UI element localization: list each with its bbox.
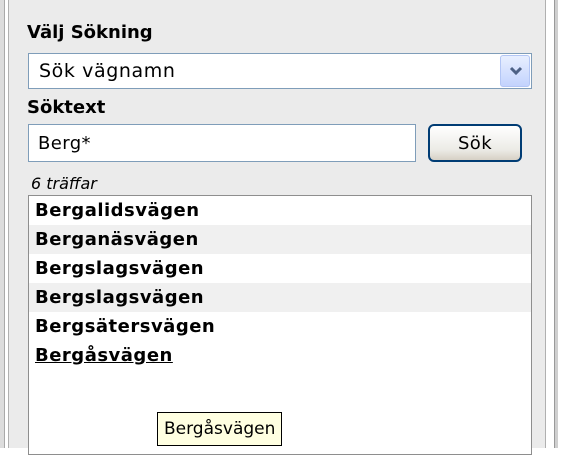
search-type-label: Välj Sökning xyxy=(27,22,153,43)
search-text-label: Söktext xyxy=(27,97,106,118)
chevron-down-icon xyxy=(509,66,523,76)
list-item[interactable]: Berganäsvägen xyxy=(29,225,531,254)
dropdown-button[interactable] xyxy=(500,55,530,87)
tooltip: Bergåsvägen xyxy=(157,412,283,446)
result-count: 6 träffar xyxy=(31,174,97,193)
list-item[interactable]: Bergslagsvägen xyxy=(29,254,531,283)
search-button[interactable]: Sök xyxy=(428,124,522,162)
search-type-select[interactable]: Sök vägnamn xyxy=(28,53,532,89)
window-frame-left xyxy=(0,0,5,448)
list-item[interactable]: Bergalidsvägen xyxy=(29,196,531,225)
search-type-value: Sök vägnamn xyxy=(39,60,176,82)
list-item-hovered[interactable]: Bergåsvägen xyxy=(29,341,531,370)
list-item[interactable]: Bergslagsvägen xyxy=(29,283,531,312)
list-item[interactable]: Bergsätersvägen xyxy=(29,312,531,341)
window-frame-right xyxy=(554,0,558,448)
search-text-input[interactable] xyxy=(28,124,416,162)
